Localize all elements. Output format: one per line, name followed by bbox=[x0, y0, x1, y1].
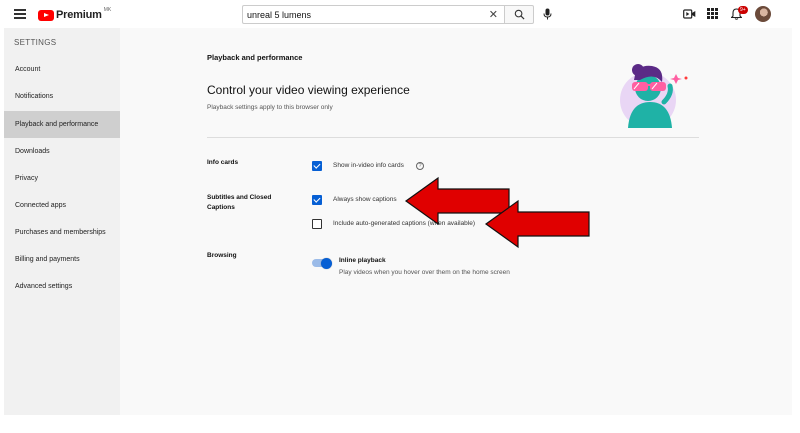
notification-count-badge: 9+ bbox=[738, 6, 748, 14]
sidebar-item-privacy[interactable]: Privacy bbox=[4, 165, 120, 192]
section-title: Playback and performance bbox=[207, 53, 303, 62]
settings-main-panel: Playback and performance Control your vi… bbox=[120, 28, 792, 415]
sidebar-item-billing-and-payments[interactable]: Billing and payments bbox=[4, 246, 120, 273]
top-bar: Premium MK ✕ 9+ bbox=[0, 0, 800, 28]
search-icon bbox=[514, 9, 525, 20]
search-button[interactable] bbox=[504, 5, 534, 24]
settings-sidebar: SETTINGS Account Notifications Playback … bbox=[4, 28, 120, 415]
sidebar-item-advanced-settings[interactable]: Advanced settings bbox=[4, 273, 120, 300]
logo-text: Premium bbox=[56, 9, 102, 21]
info-cards-option-label: Show in-video info cards bbox=[333, 162, 404, 169]
sidebar-item-account[interactable]: Account bbox=[4, 56, 120, 83]
info-cards-label: Info cards bbox=[207, 159, 239, 166]
sidebar-item-downloads[interactable]: Downloads bbox=[4, 138, 120, 165]
browsing-label: Browsing bbox=[207, 252, 237, 259]
auto-generated-captions-checkbox[interactable] bbox=[312, 219, 322, 229]
auto-generated-captions-label: Include auto-generated captions (when av… bbox=[333, 220, 476, 227]
section-divider bbox=[207, 137, 699, 138]
youtube-play-icon bbox=[38, 9, 54, 21]
sidebar-item-playback-and-performance[interactable]: Playback and performance bbox=[4, 111, 120, 138]
page-title: Control your video viewing experience bbox=[207, 83, 410, 97]
toggle-knob bbox=[321, 257, 332, 269]
inline-playback-description: Play videos when you hover over them on … bbox=[339, 269, 510, 276]
apps-grid-icon[interactable] bbox=[707, 8, 718, 19]
microphone-icon[interactable] bbox=[543, 8, 552, 20]
always-show-captions-label: Always show captions bbox=[333, 196, 397, 203]
inline-playback-label: Inline playback bbox=[339, 257, 386, 264]
sidebar-item-purchases-and-memberships[interactable]: Purchases and memberships bbox=[4, 219, 120, 246]
info-cards-checkbox[interactable] bbox=[312, 161, 322, 171]
subtitles-label: Subtitles and Closed Captions bbox=[207, 194, 272, 211]
hamburger-menu-icon[interactable] bbox=[14, 9, 26, 19]
sidebar-item-connected-apps[interactable]: Connected apps bbox=[4, 192, 120, 219]
youtube-premium-logo[interactable]: Premium MK bbox=[38, 7, 112, 22]
sidebar-heading: SETTINGS bbox=[14, 38, 57, 47]
search-input[interactable] bbox=[243, 9, 473, 20]
sidebar-item-notifications[interactable]: Notifications bbox=[4, 83, 120, 110]
logo-region-code: MK bbox=[103, 7, 112, 13]
search-box: ✕ bbox=[242, 5, 504, 24]
always-show-captions-checkbox[interactable] bbox=[312, 195, 322, 205]
help-icon[interactable]: ? bbox=[416, 162, 424, 170]
create-video-icon[interactable] bbox=[683, 8, 696, 20]
inline-playback-toggle[interactable] bbox=[312, 257, 332, 269]
account-avatar[interactable] bbox=[755, 6, 771, 22]
playback-illustration bbox=[620, 64, 688, 128]
clear-search-icon[interactable]: ✕ bbox=[489, 8, 498, 21]
page-subtitle: Playback settings apply to this browser … bbox=[207, 104, 333, 111]
